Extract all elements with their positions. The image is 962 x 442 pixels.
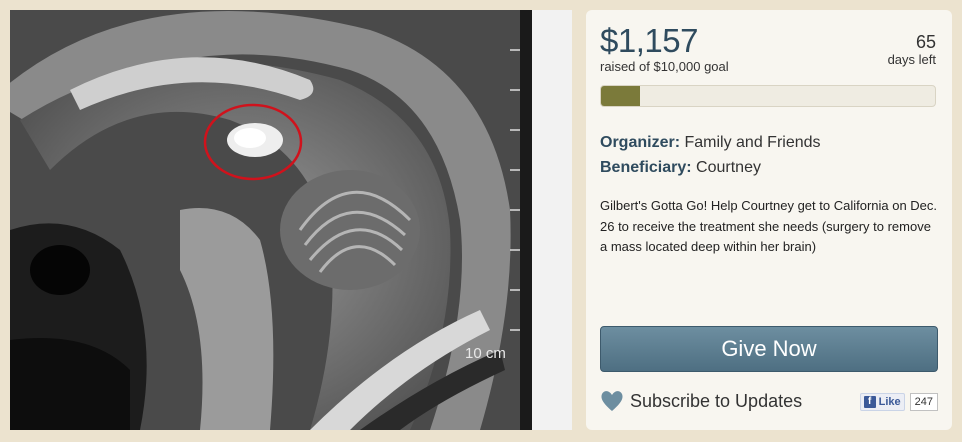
scale-label: 10 cm	[465, 345, 506, 362]
campaign-panel: $1,157 raised of $10,000 goal 65 days le…	[586, 10, 952, 430]
organizer-label: Organizer:	[600, 134, 681, 151]
subscribe-link[interactable]: Subscribe to Updates	[600, 390, 802, 412]
facebook-like-count: 247	[909, 393, 938, 411]
progress-bar-fill	[601, 86, 640, 106]
facebook-like-widget: f Like 247	[859, 393, 938, 411]
organizer-value: Family and Friends	[684, 134, 821, 151]
give-now-button[interactable]: Give Now	[600, 326, 938, 372]
beneficiary-label: Beneficiary:	[600, 159, 692, 176]
beneficiary-row: Beneficiary: Courtney	[600, 155, 821, 180]
campaign-description: Gilbert's Gotta Go! Help Courtney get to…	[600, 198, 938, 254]
raised-amount: $1,157	[600, 22, 698, 59]
organizer-row: Organizer: Family and Friends	[600, 130, 821, 155]
heart-icon	[600, 390, 624, 412]
campaign-photo: 10 cm	[10, 10, 572, 430]
facebook-like-button[interactable]: f Like	[859, 393, 905, 411]
days-left-label: days left	[887, 52, 936, 67]
beneficiary-value: Courtney	[696, 159, 761, 176]
raised-goal-label: raised of $10,000 goal	[600, 59, 729, 74]
facebook-icon: f	[863, 396, 876, 408]
progress-bar	[600, 85, 936, 107]
days-left-number: 65	[915, 32, 936, 52]
subscribe-label: Subscribe to Updates	[630, 390, 803, 411]
campaign-meta: Organizer: Family and Friends Beneficiar…	[600, 130, 821, 180]
mri-scan-image: 10 cm	[10, 10, 572, 430]
facebook-like-label: Like	[878, 396, 901, 408]
